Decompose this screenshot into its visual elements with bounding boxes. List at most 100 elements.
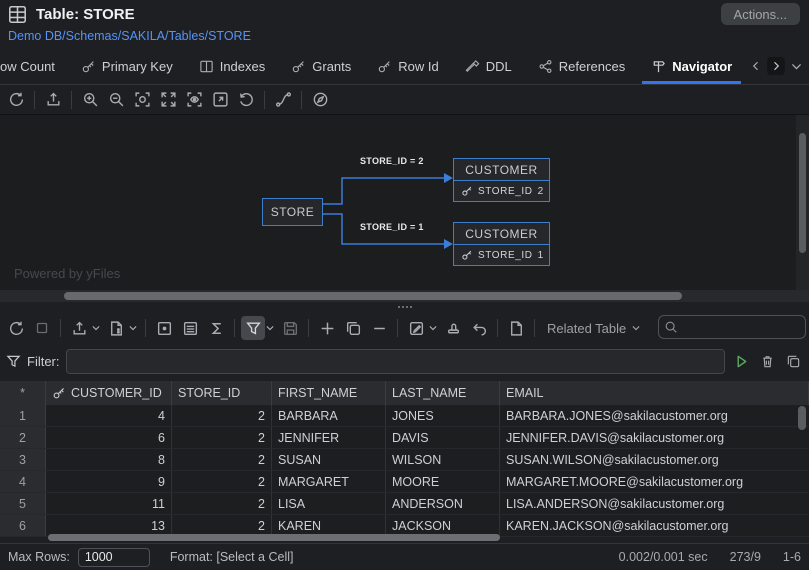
export-grid-button[interactable] xyxy=(67,316,91,340)
add-row-button[interactable] xyxy=(315,316,339,340)
search-input[interactable] xyxy=(678,320,800,334)
open-in-new-window-button[interactable] xyxy=(504,316,528,340)
diagram-node-customer-2[interactable]: CUSTOMER STORE_ID 1 xyxy=(453,222,550,266)
scrollbar-thumb[interactable] xyxy=(48,534,500,541)
table-row[interactable]: 2 6 2 JENNIFER DAVIS JENNIFER.DAVIS@saki… xyxy=(0,427,809,449)
open-in-window-button[interactable] xyxy=(208,88,232,112)
pane-splitter-handle[interactable] xyxy=(0,302,809,312)
diagram-horizontal-scrollbar[interactable] xyxy=(0,290,809,302)
column-header-customer-id[interactable]: CUSTOMER_ID xyxy=(46,381,172,405)
columns-icon xyxy=(199,59,214,74)
table-row[interactable]: 5 11 2 LISA ANDERSON LISA.ANDERSON@sakil… xyxy=(0,493,809,515)
edit-cell-button[interactable] xyxy=(404,316,428,340)
save-edits-button[interactable] xyxy=(278,316,302,340)
tab-row-id[interactable]: Row Id xyxy=(364,48,451,84)
tab-scroll-controls xyxy=(747,48,809,84)
commit-stamp-button[interactable] xyxy=(441,316,465,340)
key-icon xyxy=(291,59,306,74)
tabs-scroll-left-button[interactable] xyxy=(747,57,765,75)
export-image-button[interactable] xyxy=(41,88,65,112)
edge-label: STORE_ID = 1 xyxy=(360,222,424,232)
reset-view-button[interactable] xyxy=(234,88,258,112)
scrollbar-thumb[interactable] xyxy=(799,133,806,253)
scrollbar-thumb[interactable] xyxy=(64,292,682,300)
clear-filter-button[interactable] xyxy=(757,349,777,373)
filter-toggle-button[interactable] xyxy=(241,316,265,340)
format-file-button[interactable] xyxy=(104,316,128,340)
table-grid-icon xyxy=(8,5,27,24)
visible-range: 1-6 xyxy=(782,550,801,564)
grid-vertical-scrollbar-thumb[interactable] xyxy=(798,406,806,430)
navigate-mode-button[interactable] xyxy=(308,88,332,112)
nodes-icon xyxy=(538,59,553,74)
column-header-first-name[interactable]: FIRST_NAME xyxy=(272,381,386,405)
table-row[interactable]: 3 8 2 SUSAN WILSON SUSAN.WILSON@sakilacu… xyxy=(0,449,809,471)
refresh-grid-button[interactable] xyxy=(4,316,28,340)
actions-button[interactable]: Actions... xyxy=(720,3,800,25)
grid-toolbar: Related Table xyxy=(0,312,809,344)
result-grid: * CUSTOMER_ID STORE_ID FIRST_NAME LAST_N… xyxy=(0,381,809,537)
aggregate-sigma-button[interactable] xyxy=(204,316,228,340)
refresh-button[interactable] xyxy=(4,88,28,112)
search-icon xyxy=(664,320,678,334)
tabs-list-button[interactable] xyxy=(787,57,805,75)
navigator-diagram-canvas[interactable]: STORE_ID = 2 STORE_ID = 1 STORE CUSTOMER… xyxy=(0,114,809,290)
diagram-field-row: STORE_ID 1 xyxy=(454,245,549,265)
tab-indexes[interactable]: Indexes xyxy=(186,48,279,84)
window-header: Table: STORE Actions... xyxy=(0,0,809,28)
filter-options-chevron[interactable] xyxy=(264,316,276,340)
tab-navigator[interactable]: Navigator xyxy=(638,48,745,84)
tab-references[interactable]: References xyxy=(525,48,638,84)
diagram-vertical-scrollbar[interactable] xyxy=(796,115,809,290)
table-row[interactable]: 4 9 2 MARGARET MOORE MARGARET.MOORE@saki… xyxy=(0,471,809,493)
export-options-chevron[interactable] xyxy=(90,316,102,340)
yfiles-watermark: Powered by yFiles xyxy=(14,266,121,281)
run-filter-button[interactable] xyxy=(731,349,751,373)
edit-options-chevron[interactable] xyxy=(427,316,439,340)
column-header-store-id[interactable]: STORE_ID xyxy=(172,381,272,405)
duplicate-row-button[interactable] xyxy=(341,316,365,340)
tab-ddl[interactable]: DDL xyxy=(452,48,525,84)
tab-primary-key[interactable]: Primary Key xyxy=(68,48,186,84)
grid-search-box[interactable] xyxy=(658,315,806,339)
grid-header-row: * CUSTOMER_ID STORE_ID FIRST_NAME LAST_N… xyxy=(0,381,809,405)
filter-funnel-icon xyxy=(6,354,21,369)
fit-content-button[interactable] xyxy=(156,88,180,112)
tab-bar: ow Count Primary Key Indexes Grants Row … xyxy=(0,48,809,85)
related-table-dropdown[interactable]: Related Table xyxy=(547,321,641,336)
grid-horizontal-scrollbar[interactable] xyxy=(0,533,809,542)
delete-row-button[interactable] xyxy=(367,316,391,340)
route-edges-button[interactable] xyxy=(271,88,295,112)
diagram-node-customer-1[interactable]: CUSTOMER STORE_ID 2 xyxy=(453,158,550,202)
app-window: Table: STORE Actions... Demo DB/Schemas/… xyxy=(0,0,809,570)
gutter-header[interactable]: * xyxy=(0,381,46,405)
copy-filter-button[interactable] xyxy=(783,349,803,373)
diagram-edges xyxy=(323,173,453,249)
cell-view-button[interactable] xyxy=(152,316,176,340)
undo-button[interactable] xyxy=(467,316,491,340)
format-label[interactable]: Format: [Select a Cell] xyxy=(170,550,294,564)
breadcrumb[interactable]: Demo DB/Schemas/SAKILA/Tables/STORE xyxy=(8,29,251,47)
max-rows-input[interactable] xyxy=(77,547,150,567)
table-row[interactable]: 1 4 2 BARBARA JONES BARBARA.JONES@sakila… xyxy=(0,405,809,427)
zoom-out-button[interactable] xyxy=(104,88,128,112)
filter-input[interactable] xyxy=(65,348,725,374)
chevron-down-icon xyxy=(631,323,641,333)
status-bar: Max Rows: Format: [Select a Cell] 0.002/… xyxy=(0,543,809,570)
edge-label: STORE_ID = 2 xyxy=(360,156,424,166)
page-title: Table: STORE xyxy=(36,5,135,23)
stop-button[interactable] xyxy=(30,316,54,340)
diagram-node-store[interactable]: STORE xyxy=(262,198,323,226)
zoom-selection-button[interactable] xyxy=(130,88,154,112)
tab-row-count[interactable]: ow Count xyxy=(0,48,68,84)
format-options-chevron[interactable] xyxy=(127,316,139,340)
key-icon xyxy=(461,185,473,197)
overview-button[interactable] xyxy=(182,88,206,112)
tabs-scroll-right-button[interactable] xyxy=(767,57,785,75)
column-header-email[interactable]: EMAIL xyxy=(500,381,809,405)
column-header-last-name[interactable]: LAST_NAME xyxy=(386,381,500,405)
tab-grants[interactable]: Grants xyxy=(278,48,364,84)
diagram-toolbar xyxy=(0,85,809,114)
zoom-in-button[interactable] xyxy=(78,88,102,112)
row-view-button[interactable] xyxy=(178,316,202,340)
